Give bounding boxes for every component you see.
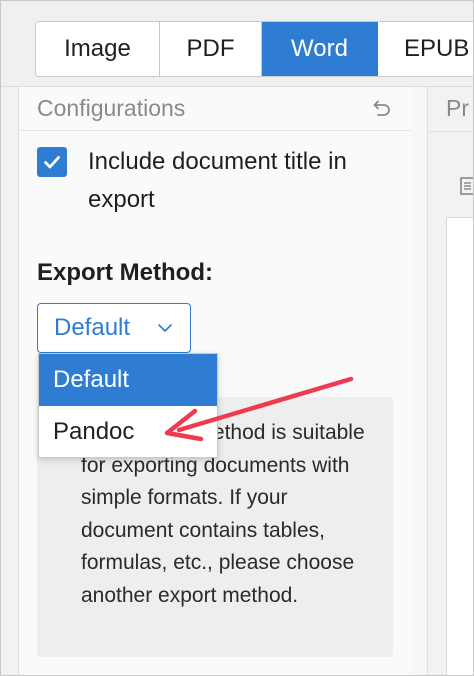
tab-word[interactable]: Word — [262, 22, 378, 76]
export-method-selected-value: Default — [54, 314, 131, 341]
checkmark-icon — [44, 156, 60, 169]
undo-icon[interactable] — [369, 97, 393, 121]
preview-page — [446, 217, 473, 675]
include-title-checkbox[interactable] — [37, 147, 67, 177]
tab-image[interactable]: Image — [36, 22, 160, 76]
export-method-label: Export Method: — [37, 259, 213, 286]
tab-pdf[interactable]: PDF — [160, 22, 262, 76]
export-format-tabbar: Image PDF Word EPUB — [1, 1, 473, 87]
include-title-label[interactable]: Include document title in export — [88, 143, 398, 219]
annotation-arrow-icon — [164, 376, 354, 442]
app-window: Image PDF Word EPUB Configurations Inclu… — [0, 0, 474, 676]
left-sidebar-edge — [1, 87, 19, 675]
chevron-down-icon — [158, 324, 172, 332]
preview-title: Pr — [446, 95, 469, 121]
preview-header-divider — [428, 131, 473, 132]
document-icon — [460, 177, 473, 195]
export-method-select[interactable]: Default — [37, 303, 191, 353]
tab-epub[interactable]: EPUB — [378, 22, 473, 76]
format-tabs: Image PDF Word EPUB — [35, 21, 473, 77]
panel-header: Configurations — [19, 87, 411, 131]
panel-title: Configurations — [37, 95, 186, 121]
preview-panel: Pr — [427, 87, 473, 675]
